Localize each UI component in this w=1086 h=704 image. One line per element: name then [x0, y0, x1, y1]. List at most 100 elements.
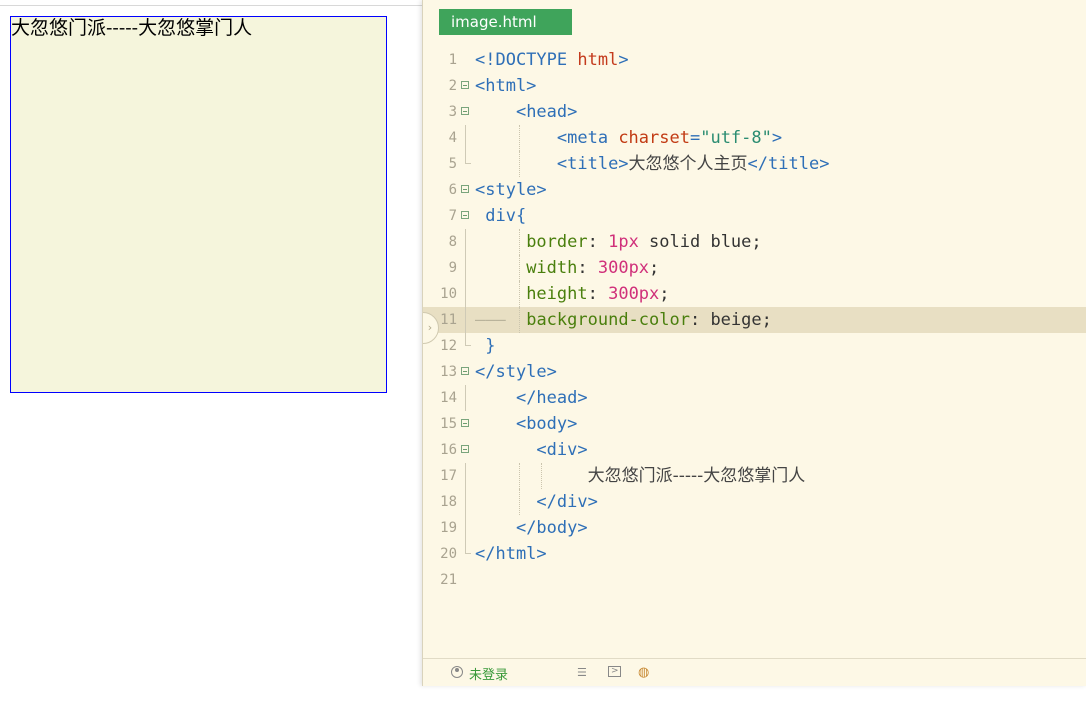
code-line[interactable]: 7 div{ [423, 203, 1086, 229]
fold-guide-line [465, 489, 466, 515]
fold-toggle-icon[interactable] [461, 81, 469, 89]
code-text: <meta charset="utf-8"> [475, 125, 782, 151]
code-token: "utf-8" [700, 128, 772, 148]
code-line[interactable]: 18 </div> [423, 489, 1086, 515]
line-number: 10 [440, 286, 457, 302]
fold-end-marker [465, 151, 471, 164]
code-token: : [587, 232, 609, 252]
fold-toggle-icon[interactable] [461, 367, 469, 375]
code-text: </div> [475, 489, 598, 515]
fold-guide-line [465, 515, 466, 541]
code-line[interactable]: 11 ——— background-color: beige; [423, 307, 1086, 333]
code-line[interactable]: 16 <div> [423, 437, 1086, 463]
code-line[interactable]: 9 width: 300px; [423, 255, 1086, 281]
file-tab[interactable]: image.html [439, 9, 572, 35]
code-line[interactable]: 20 </html> [423, 541, 1086, 567]
code-token: <style> [475, 180, 547, 200]
fold-guide-line [465, 281, 466, 307]
code-token: 1px [608, 232, 639, 252]
code-line[interactable]: 14 </head> [423, 385, 1086, 411]
code-line[interactable]: 6 <style> [423, 177, 1086, 203]
line-number: 15 [440, 416, 457, 432]
code-text: </body> [475, 515, 588, 541]
beige-div-box: 大忽悠门派-----大忽悠掌门人 [10, 16, 387, 393]
line-number: 5 [448, 156, 457, 172]
list-icon[interactable] [577, 666, 589, 678]
line-number: 4 [448, 130, 457, 146]
fold-toggle-icon[interactable] [461, 419, 469, 427]
code-line[interactable]: 19 </body> [423, 515, 1086, 541]
code-token: </title> [747, 154, 830, 174]
browser-icon[interactable] [638, 666, 650, 678]
code-token: } [485, 336, 496, 356]
code-text: <html> [475, 73, 536, 99]
fold-guide-line [465, 255, 466, 281]
code-token: </head> [515, 388, 588, 408]
code-text: <!DOCTYPE html> [475, 47, 629, 73]
code-text: <head> [475, 99, 577, 125]
code-line[interactable]: 10 height: 300px; [423, 281, 1086, 307]
code-line[interactable]: 12 } [423, 333, 1086, 359]
line-number: 21 [440, 572, 457, 588]
code-text: </head> [475, 385, 588, 411]
code-text: width: 300px; [475, 255, 659, 281]
line-number: 1 [448, 52, 457, 68]
code-token: <body> [515, 414, 578, 434]
code-line[interactable]: 2 <html> [423, 73, 1086, 99]
code-line[interactable]: 8 border: 1px solid blue; [423, 229, 1086, 255]
fold-toggle-icon[interactable] [461, 185, 469, 193]
code-token: 300px [597, 258, 650, 278]
code-token: : beige; [689, 310, 772, 330]
line-number: 19 [440, 520, 457, 536]
code-line[interactable]: 3 <head> [423, 99, 1086, 125]
code-token: ——— [475, 310, 516, 330]
code-token: div{ [485, 206, 527, 226]
code-line[interactable]: 4 <meta charset="utf-8"> [423, 125, 1086, 151]
line-number: 14 [440, 390, 457, 406]
fold-toggle-icon[interactable] [461, 445, 469, 453]
fold-toggle-icon[interactable] [461, 211, 469, 219]
code-line[interactable]: 1 <!DOCTYPE html> [423, 47, 1086, 73]
code-token: ; [649, 258, 660, 278]
code-token: charset [618, 128, 690, 148]
fold-guide-line [465, 385, 466, 411]
code-text: <title>大忽悠个人主页</title> [475, 151, 830, 177]
line-number: 16 [440, 442, 457, 458]
code-line[interactable]: 13 </style> [423, 359, 1086, 385]
fold-guide-line [465, 307, 466, 333]
code-area[interactable]: 1 <!DOCTYPE html> 2 <html> 3 <head> 4 <meta c… [423, 47, 1086, 593]
line-number: 7 [448, 208, 457, 224]
code-line[interactable]: 17 大忽悠门派-----大忽悠掌门人 [423, 463, 1086, 489]
code-token: ; [659, 284, 670, 304]
code-token: width [526, 258, 578, 278]
user-icon [451, 666, 463, 678]
code-token: > [618, 50, 629, 70]
code-text: height: 300px; [475, 281, 670, 307]
code-text: border: 1px solid blue; [475, 229, 762, 255]
code-token: : [577, 258, 598, 278]
code-line[interactable]: 21 [423, 567, 1086, 593]
code-text: <style> [475, 177, 547, 203]
code-editor[interactable]: image.html 1 <!DOCTYPE html> 2 <html> 3 <hea… [422, 0, 1086, 686]
code-line[interactable]: 5 <title>大忽悠个人主页</title> [423, 151, 1086, 177]
code-token: </div> [536, 492, 598, 512]
code-line[interactable]: 15 <body> [423, 411, 1086, 437]
code-token: solid blue; [638, 232, 762, 252]
div-text: 大忽悠门派-----大忽悠掌门人 [11, 17, 253, 39]
terminal-icon[interactable] [608, 665, 621, 677]
fold-toggle-icon[interactable] [461, 107, 469, 115]
login-label: 未登录 [469, 668, 509, 683]
browser-preview: 大忽悠门派-----大忽悠掌门人 [0, 0, 422, 704]
